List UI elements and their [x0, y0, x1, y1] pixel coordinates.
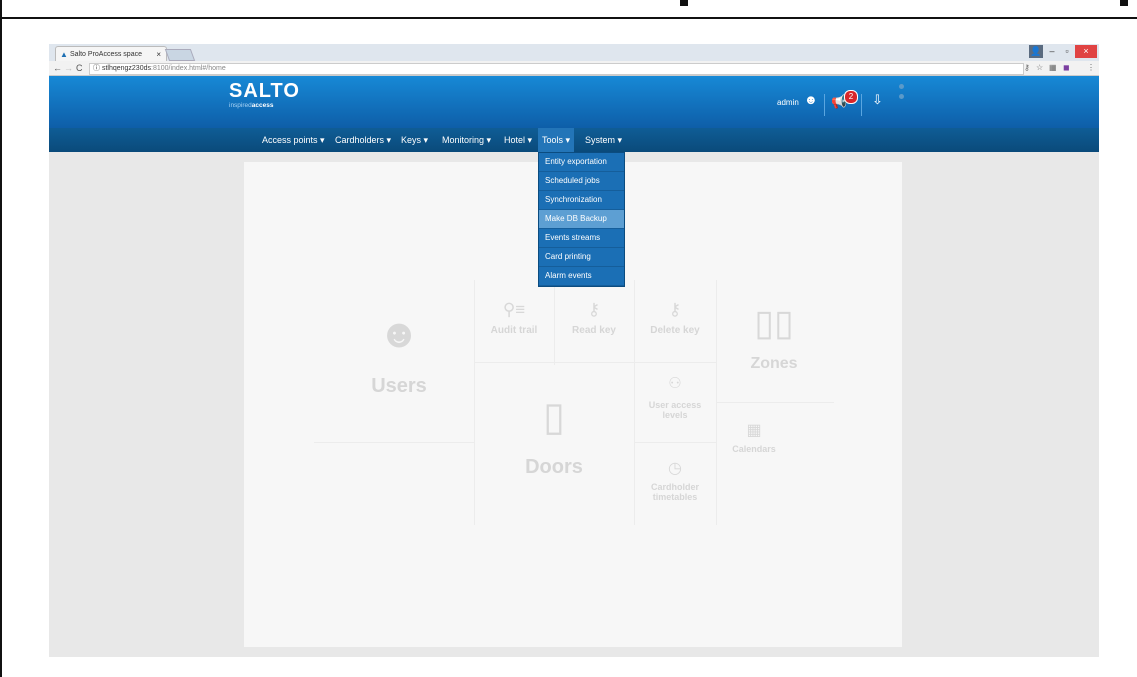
- user-access-levels-tile[interactable]: User access levels: [640, 400, 710, 420]
- new-tab-button[interactable]: [164, 49, 196, 61]
- calendar-icon: ▦: [746, 422, 762, 439]
- onenote-icon[interactable]: ◼: [1063, 61, 1070, 75]
- delete-key-icon: ⚷: [668, 300, 682, 319]
- header-divider: [824, 94, 825, 116]
- user-icon[interactable]: ☻: [804, 92, 818, 107]
- divider: [314, 442, 474, 443]
- notification-badge: 2: [844, 90, 858, 104]
- extension-icon[interactable]: ▦: [1049, 61, 1057, 75]
- divider: [554, 280, 555, 365]
- back-icon[interactable]: ←: [53, 61, 62, 75]
- close-window-button[interactable]: ×: [1075, 45, 1097, 58]
- salto-logo[interactable]: SALTO inspiredaccess: [229, 80, 300, 110]
- read-key-icon: ⚷: [587, 300, 601, 319]
- logo-text: SALTO: [229, 80, 300, 102]
- document-frame-left: [0, 0, 2, 677]
- menu-item-events-streams[interactable]: Events streams: [539, 229, 624, 248]
- browser-window: ▲ Salto ProAccess space × 👤 – ▫ × ← → C …: [49, 44, 1099, 657]
- user-access-levels-icon: ⚇: [668, 375, 682, 392]
- menu-keys[interactable]: Keys ▾: [397, 128, 432, 152]
- menu-tools[interactable]: Tools ▾: [538, 128, 575, 152]
- divider: [716, 402, 834, 403]
- url-host: stlhqengz230ds: [101, 65, 151, 72]
- key-icon[interactable]: ⚷: [1024, 61, 1030, 75]
- read-key-tile[interactable]: Read key: [559, 325, 629, 336]
- minimize-button[interactable]: –: [1045, 45, 1059, 58]
- username-label[interactable]: admin: [777, 98, 799, 107]
- info-icon: ⓘ: [93, 65, 102, 72]
- menu-access-points[interactable]: Access points ▾: [258, 128, 329, 152]
- users-tile[interactable]: Users: [339, 375, 459, 398]
- divider: [634, 280, 635, 525]
- bookmark-star-icon[interactable]: ☆: [1036, 61, 1043, 75]
- divider: [634, 442, 716, 443]
- salto-favicon-icon: ▲: [60, 50, 68, 59]
- delete-key-tile[interactable]: Delete key: [640, 325, 710, 336]
- divider: [474, 280, 475, 525]
- tab-title: Salto ProAccess space: [70, 51, 142, 58]
- browser-tab[interactable]: ▲ Salto ProAccess space ×: [55, 46, 167, 62]
- menu-monitoring[interactable]: Monitoring ▾: [438, 128, 495, 152]
- tools-dropdown-menu: Entity exportation Scheduled jobs Synchr…: [538, 152, 625, 287]
- download-icon[interactable]: ⇩: [872, 92, 883, 108]
- profile-icon[interactable]: 👤: [1029, 45, 1043, 58]
- cardholder-timetables-tile[interactable]: Cardholder timetables: [640, 482, 710, 502]
- doors-tile[interactable]: Doors: [509, 456, 599, 479]
- audit-trail-icon: ⚲≡: [502, 300, 526, 319]
- tab-bar: ▲ Salto ProAccess space × 👤 – ▫ ×: [49, 44, 1099, 62]
- address-bar: ← → C ⓘ stlhqengz230ds:8100/index.html#/…: [49, 61, 1099, 76]
- status-dot: [899, 84, 904, 89]
- users-icon: ☻: [377, 312, 421, 356]
- audit-trail-tile[interactable]: Audit trail: [479, 325, 549, 336]
- menu-item-scheduled-jobs[interactable]: Scheduled jobs: [539, 172, 624, 191]
- tagline-part-1: inspired: [229, 102, 252, 109]
- menu-item-synchronization[interactable]: Synchronization: [539, 191, 624, 210]
- status-dot: [899, 94, 904, 99]
- browser-menu-icon[interactable]: ⋮: [1087, 61, 1095, 75]
- menu-hotel[interactable]: Hotel ▾: [500, 128, 536, 152]
- menu-system[interactable]: System ▾: [581, 128, 626, 152]
- menu-item-card-printing[interactable]: Card printing: [539, 248, 624, 267]
- zones-icon: ▯▯: [754, 302, 794, 343]
- calendars-tile[interactable]: Calendars: [719, 444, 789, 454]
- frame-mark: [680, 0, 688, 6]
- menu-item-entity-exportation[interactable]: Entity exportation: [539, 153, 624, 172]
- clock-icon: ◷: [668, 460, 682, 477]
- forward-icon[interactable]: →: [64, 61, 73, 75]
- menu-item-make-db-backup[interactable]: Make DB Backup: [539, 210, 624, 229]
- tab-close-icon[interactable]: ×: [156, 47, 161, 62]
- frame-mark: [1120, 0, 1128, 6]
- divider: [474, 362, 716, 363]
- url-input[interactable]: ⓘ stlhqengz230ds:8100/index.html#/home: [89, 63, 1024, 75]
- doors-icon: ▯: [542, 395, 565, 439]
- url-path: :8100/index.html#/home: [151, 65, 226, 72]
- main-menu: Access points ▾ Cardholders ▾ Keys ▾ Mon…: [49, 128, 1099, 152]
- tagline-part-2: access: [251, 102, 274, 109]
- app-header: SALTO inspiredaccess admin ☻ 📢 2 ⇩: [49, 76, 1099, 128]
- document-frame-top: [0, 0, 1137, 19]
- maximize-button[interactable]: ▫: [1060, 45, 1074, 58]
- logo-tagline: inspiredaccess: [229, 102, 300, 110]
- menu-item-alarm-events[interactable]: Alarm events: [539, 267, 624, 286]
- menu-cardholders[interactable]: Cardholders ▾: [331, 128, 395, 152]
- zones-tile[interactable]: Zones: [734, 355, 814, 373]
- reload-icon[interactable]: C: [76, 61, 83, 75]
- header-divider: [861, 94, 862, 116]
